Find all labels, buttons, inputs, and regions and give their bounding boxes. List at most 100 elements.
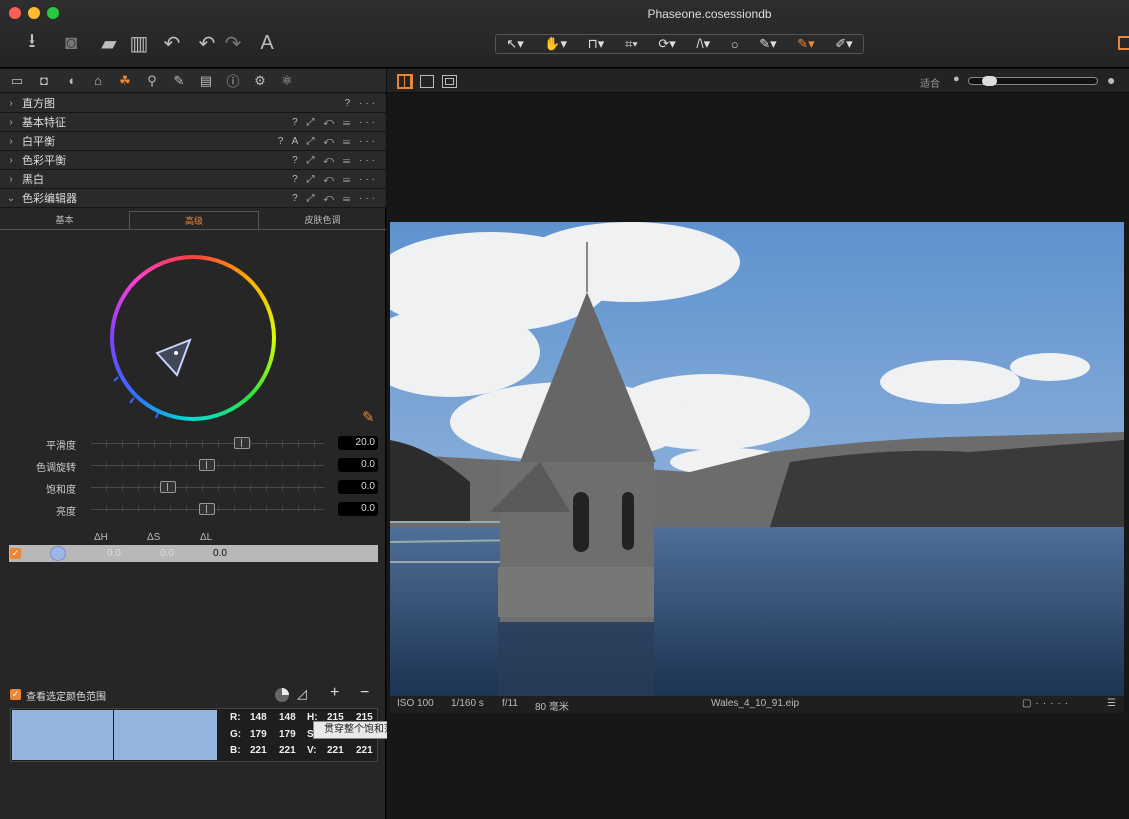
chevron-right-icon: › <box>9 135 13 147</box>
undo-icon[interactable]: ↶ <box>194 30 220 56</box>
section-color-balance[interactable]: › 色彩平衡 ? ⤢ ↶ ☰ ··· <box>0 151 386 170</box>
section-tools[interactable]: ? ⤢ ↶ ☰ ··· <box>292 193 378 204</box>
rating-dots[interactable]: ▢····· <box>1022 698 1072 709</box>
range-picker-icon[interactable]: ◿ <box>297 686 307 702</box>
g-after: 179 <box>279 729 296 740</box>
import-icon[interactable]: ⭳ <box>19 30 45 56</box>
smoothness-slider-track[interactable] <box>91 440 324 447</box>
section-tools[interactable]: ? ⤢ ↶ ☰ ··· <box>292 174 378 185</box>
delta-s-header: ΔS <box>147 532 161 543</box>
circle-tool-icon[interactable]: ○ <box>731 37 739 52</box>
section-tools[interactable]: ? A ⤢ ↶ ☰ ··· <box>278 136 378 147</box>
saturation-label: 饱和度 <box>46 485 76 496</box>
chevron-right-icon: › <box>9 116 13 128</box>
orange-edge-icon[interactable] <box>1118 36 1129 50</box>
chevron-down-icon: ⌄ <box>6 192 16 204</box>
add-range-icon[interactable]: + <box>330 684 339 702</box>
tab-advanced[interactable]: 高级 <box>129 211 259 230</box>
capture-tab-icon[interactable]: ◘ <box>35 73 53 88</box>
v-label: V: <box>307 745 317 756</box>
hue-rotation-slider-handle[interactable] <box>199 459 215 471</box>
section-histogram[interactable]: › 直方图 ? ··· <box>0 94 386 113</box>
section-label: 黑白 <box>22 174 44 186</box>
lens-tab-icon[interactable]: ◖ <box>62 73 80 88</box>
composition-tab-icon[interactable]: ⌂ <box>89 73 107 88</box>
chevron-right-icon: › <box>9 173 13 185</box>
hue-rotation-value[interactable]: 0.0 <box>338 458 378 472</box>
brush-tool-icon[interactable]: ✎▾ <box>759 36 776 52</box>
view-selected-checkbox[interactable]: ✓ <box>10 689 21 700</box>
eraser-tool-icon[interactable]: ✐▾ <box>835 36 852 52</box>
main-photo[interactable] <box>390 222 1124 696</box>
crop-tool-icon[interactable]: ⌗▾ <box>625 36 638 52</box>
saturation-value[interactable]: 0.0 <box>338 480 378 494</box>
view-selected-label: 查看选定颜色范围 <box>26 692 106 703</box>
range-color-swatch[interactable] <box>50 546 66 561</box>
delta-l-header: ΔL <box>200 532 213 543</box>
lightness-value[interactable]: 0.0 <box>338 502 378 516</box>
redo-icon[interactable]: ↷ <box>220 30 246 56</box>
remove-range-icon[interactable]: − <box>360 684 369 702</box>
b-after: 221 <box>279 745 296 756</box>
info-menu-icon[interactable]: ☰ <box>1107 698 1116 709</box>
trash-icon[interactable]: ▥ <box>126 30 152 56</box>
section-tools[interactable]: ? ⤢ ↶ ☰ ··· <box>292 155 378 166</box>
multi-view-icon[interactable] <box>442 75 457 88</box>
fit-label[interactable]: 适合 <box>920 75 940 90</box>
color-picker-icon[interactable]: ✎ <box>362 408 375 426</box>
color-picker-tool-icon[interactable]: ✎▾ <box>797 36 814 52</box>
batch-tab-icon[interactable]: ⚛ <box>278 73 296 89</box>
info-tab-icon[interactable]: ⓘ <box>224 71 242 90</box>
smoothness-value[interactable]: 20.0 <box>338 436 378 450</box>
text-icon[interactable]: A <box>254 30 280 56</box>
lightness-slider-handle[interactable] <box>199 503 215 515</box>
tab-skin-tone[interactable]: 皮肤色调 <box>259 211 386 230</box>
camera-icon[interactable]: ◙ <box>58 30 84 56</box>
undo-all-icon[interactable]: ↶ <box>159 30 185 56</box>
range-enable-checkbox[interactable]: ✓ <box>10 548 21 559</box>
section-tools[interactable]: ? ⤢ ↶ ☰ ··· <box>292 117 378 128</box>
pan-tool-icon[interactable]: ✋▾ <box>544 36 567 52</box>
section-label: 白平衡 <box>22 136 55 148</box>
saturation-slider-handle[interactable] <box>160 481 176 493</box>
folder-icon[interactable]: ▰ <box>96 30 122 56</box>
zoom-slider-handle[interactable] <box>982 76 997 86</box>
grid-view-icon[interactable] <box>397 74 413 89</box>
section-white-balance[interactable]: › 白平衡 ? A ⤢ ↶ ☰ ··· <box>0 132 386 151</box>
keystone-tool-icon[interactable]: /\▾ <box>696 36 710 52</box>
filename: Wales_4_10_91.eip <box>711 698 800 709</box>
person-small-icon: ● <box>953 73 960 85</box>
metadata-tab-icon[interactable]: ▤ <box>197 73 215 89</box>
adjust-tab-icon[interactable]: ✎ <box>170 73 188 89</box>
color-range-selector[interactable] <box>110 255 276 421</box>
section-black-white[interactable]: › 黑白 ? ⤢ ↶ ☰ ··· <box>0 170 386 189</box>
delta-l-value[interactable]: 0.0 <box>213 548 227 559</box>
v-after: 221 <box>356 745 373 756</box>
cursor-tool-group: ↖▾ ✋▾ ⊓▾ ⌗▾ ⟳▾ /\▾ ○ ✎▾ ✎▾ ✐▾ <box>495 34 864 54</box>
saturation-slider-track[interactable] <box>91 484 324 491</box>
b-before: 221 <box>250 745 267 756</box>
pie-picker-icon[interactable] <box>275 688 289 702</box>
section-color-editor[interactable]: ⌄ 色彩编辑器 ? ⤢ ↶ ☰ ··· <box>0 189 386 208</box>
tab-basic[interactable]: 基本 <box>0 211 129 230</box>
tab-divider <box>0 229 386 230</box>
shutter-value: 1/160 s <box>451 698 484 709</box>
settings-tab-icon[interactable]: ⚙ <box>251 73 269 89</box>
single-view-icon[interactable] <box>420 75 434 88</box>
g-label: G: <box>230 729 242 740</box>
straighten-tool-icon[interactable]: ⊓▾ <box>588 36 605 52</box>
rotate-tool-icon[interactable]: ⟳▾ <box>658 36 675 52</box>
library-tab-icon[interactable]: ▭ <box>8 73 26 89</box>
delta-h-header: ΔH <box>94 532 108 543</box>
details-tab-icon[interactable]: ⚲ <box>143 73 161 89</box>
chevron-right-icon: › <box>9 154 13 166</box>
delta-s-value[interactable]: 0.0 <box>160 548 174 559</box>
section-tools[interactable]: ? ··· <box>345 98 378 109</box>
section-basic[interactable]: › 基本特征 ? ⤢ ↶ ☰ ··· <box>0 113 386 132</box>
select-tool-icon[interactable]: ↖▾ <box>506 36 523 52</box>
delta-h-value[interactable]: 0.0 <box>107 548 121 559</box>
smoothness-slider-handle[interactable] <box>234 437 250 449</box>
section-label: 基本特征 <box>22 117 66 129</box>
tool-tabs: ▭ ◘ ◖ ⌂ ☘ ⚲ ✎ ▤ ⓘ ⚙ ⚛ <box>0 69 386 93</box>
color-tab-icon[interactable]: ☘ <box>116 73 134 89</box>
